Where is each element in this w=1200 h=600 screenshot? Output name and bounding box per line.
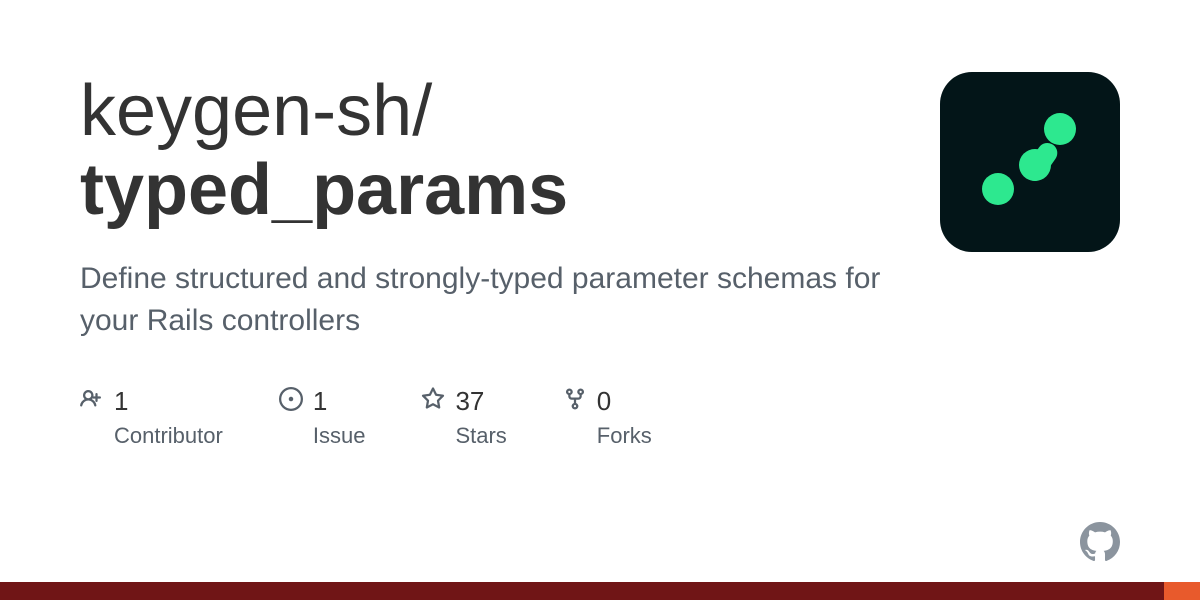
repo-stats: 1 Contributor 1 Issue 37 [80,386,900,449]
stars-label: Stars [455,423,506,449]
stat-stars[interactable]: 37 Stars [421,386,506,449]
language-bar [0,582,1200,600]
repo-content: keygen-sh/ typed_params Define structure… [80,72,900,449]
stars-value: 37 [455,386,484,417]
contributors-label: Contributor [114,423,223,449]
keygen-logo-icon [965,97,1095,227]
repo-card: keygen-sh/ typed_params Define structure… [0,0,1200,449]
repo-logo [940,72,1120,252]
star-icon [421,387,445,416]
repo-name[interactable]: typed_params [80,151,900,230]
github-icon[interactable] [1080,522,1120,562]
forks-label: Forks [597,423,652,449]
issues-value: 1 [313,386,327,417]
fork-icon [563,387,587,416]
language-bar-primary [0,582,1164,600]
owner-separator: / [412,71,432,151]
stat-contributors[interactable]: 1 Contributor [80,386,223,449]
stat-issues[interactable]: 1 Issue [279,386,366,449]
forks-value: 0 [597,386,611,417]
contributors-icon [80,387,104,416]
repo-owner[interactable]: keygen-sh [80,71,412,151]
repo-description: Define structured and strongly-typed par… [80,258,900,342]
issues-icon [279,387,303,416]
stat-forks[interactable]: 0 Forks [563,386,652,449]
contributors-value: 1 [114,386,128,417]
issues-label: Issue [313,423,366,449]
language-bar-secondary [1164,582,1200,600]
repo-title: keygen-sh/ typed_params [80,72,900,230]
